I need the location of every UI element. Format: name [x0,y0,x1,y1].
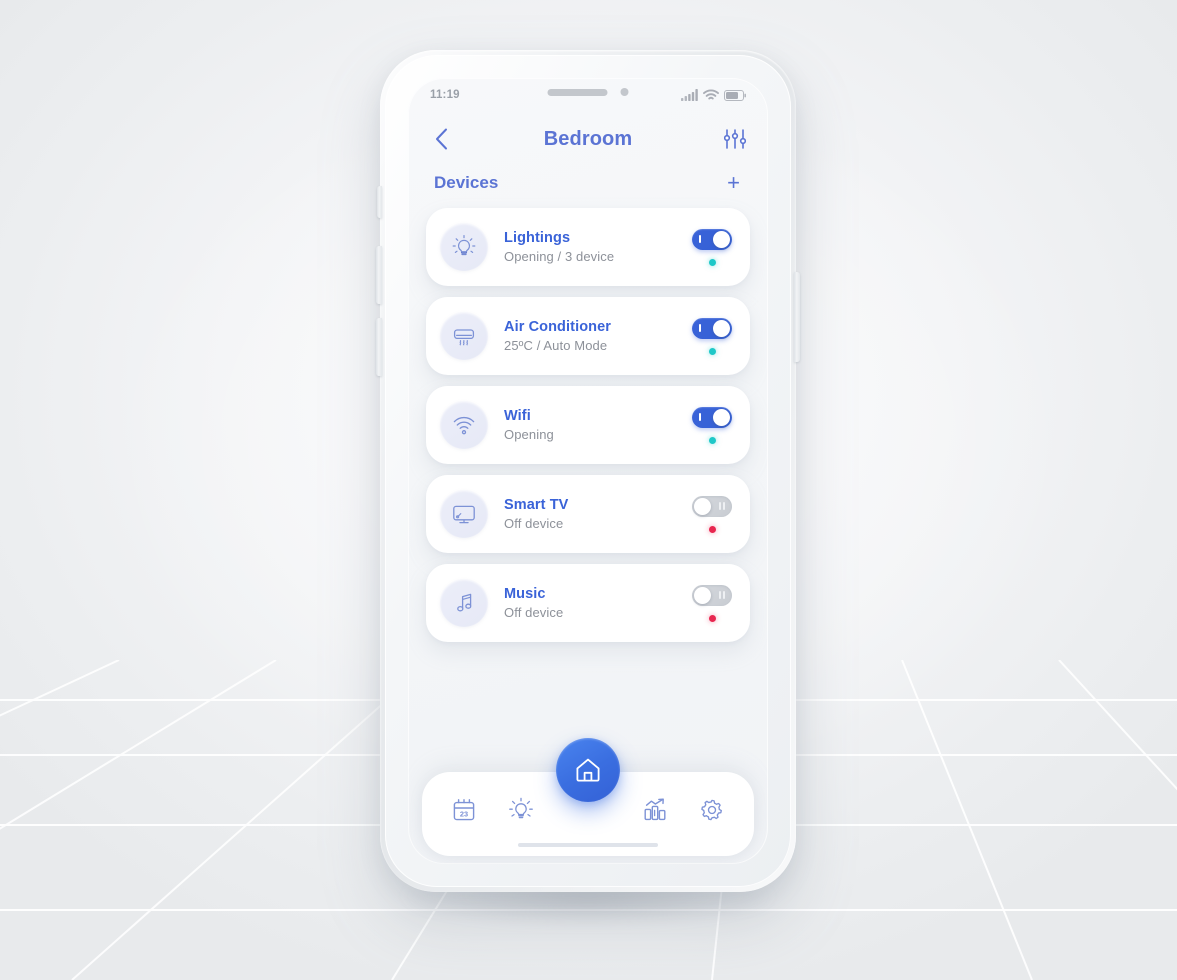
device-controls [692,228,734,266]
device-card-music[interactable]: Music Off device [426,564,750,642]
bar-chart-icon [644,798,666,821]
add-device-button[interactable]: + [725,172,742,194]
app-header: Bedroom [408,112,768,166]
device-text: Wifi Opening [504,408,692,442]
speaker-grille [547,88,608,96]
device-text: Music Off device [504,586,692,620]
battery-icon [724,89,746,101]
device-card-lightings[interactable]: Lightings Opening / 3 device [426,208,750,286]
device-status: Off device [504,605,564,620]
signal-bars-icon [681,89,698,101]
toggle-mark-icon [699,235,701,243]
toggle-knob [713,408,730,426]
device-controls [692,584,734,622]
device-toggle[interactable] [692,228,732,250]
status-icons [681,89,746,101]
toggle-knob [694,497,711,515]
silent-switch-button[interactable] [377,186,382,218]
status-badge [708,614,716,622]
wifi-icon [703,89,719,100]
music-note-icon [457,593,472,612]
device-card-air-conditioner[interactable]: Air Conditioner 25ºC / Auto Mode [426,297,750,375]
wifi-icon [453,417,475,435]
device-status: 25ºC / Auto Mode [504,338,608,353]
lightbulb-icon [452,235,476,256]
device-icon-wrapper [440,579,488,627]
device-name: Music [504,586,546,602]
device-card-smart-tv[interactable]: Smart TV Off device [426,475,750,553]
home-indicator-bar [518,843,658,847]
status-bar: 11:19 [408,78,768,112]
device-text: Air Conditioner 25ºC / Auto Mode [504,319,692,353]
volume-up-button[interactable] [376,246,382,304]
toggle-knob [694,586,711,604]
phone-screen: 11:19 Bedroom Devices + Lightings Openin… [408,78,768,864]
section-title: Devices [434,173,499,192]
toggle-mark-icon [719,502,725,510]
back-button[interactable] [428,126,454,152]
device-icon-wrapper [440,401,488,449]
nav-item-home-fab[interactable] [556,738,620,802]
device-list: Lightings Opening / 3 device Air Conditi… [408,204,768,642]
device-status: Off device [504,516,564,531]
gear-icon [700,799,722,821]
device-text: Smart TV Off device [504,497,692,531]
toggle-mark-icon [699,324,701,332]
device-controls [692,406,734,444]
sliders-icon [723,129,746,149]
toggle-knob [713,230,730,248]
status-badge [708,525,716,533]
device-icon-wrapper [440,223,488,271]
air-conditioner-icon [453,329,475,346]
page-title: Bedroom [543,127,633,150]
home-icon [576,758,600,782]
toggle-mark-icon [719,591,725,599]
toggle-knob [713,319,730,337]
device-toggle[interactable] [692,317,732,339]
status-time: 11:19 [430,89,460,101]
device-name: Lightings [504,230,571,246]
status-badge [708,258,716,266]
nav-item-calendar[interactable]: 23 [443,789,485,831]
device-text: Lightings Opening / 3 device [504,230,692,264]
notch-group [547,88,629,96]
status-badge [708,347,716,355]
nav-item-statistics[interactable] [634,789,676,831]
device-toggle[interactable] [692,584,732,606]
nav-item-lighting[interactable] [500,789,542,831]
device-controls [692,317,734,355]
device-icon-wrapper [440,312,488,360]
bottom-navigation-area: 23 [408,738,768,864]
device-card-wifi[interactable]: Wifi Opening [426,386,750,464]
devices-section-header: Devices + [408,166,768,204]
device-name: Air Conditioner [504,319,612,335]
chevron-left-icon [435,128,447,150]
nav-item-settings[interactable] [691,789,733,831]
status-badge [708,436,716,444]
device-status: Opening [504,427,554,442]
phone-mockup: 11:19 Bedroom Devices + Lightings Openin… [376,50,800,926]
tv-icon [453,505,475,524]
device-status: Opening / 3 device [504,249,615,264]
device-toggle[interactable] [692,495,732,517]
device-name: Smart TV [504,497,569,513]
toggle-mark-icon [699,413,701,421]
calendar-icon: 23 [453,799,475,821]
device-toggle[interactable] [692,406,732,428]
calendar-day-number: 23 [460,809,468,818]
power-button[interactable] [794,272,800,362]
lightbulb-icon [508,797,533,819]
device-icon-wrapper [440,490,488,538]
device-controls [692,495,734,533]
volume-down-button[interactable] [376,318,382,376]
filter-settings-button[interactable] [722,126,748,152]
device-name: Wifi [504,408,531,424]
front-camera-icon [620,88,629,96]
